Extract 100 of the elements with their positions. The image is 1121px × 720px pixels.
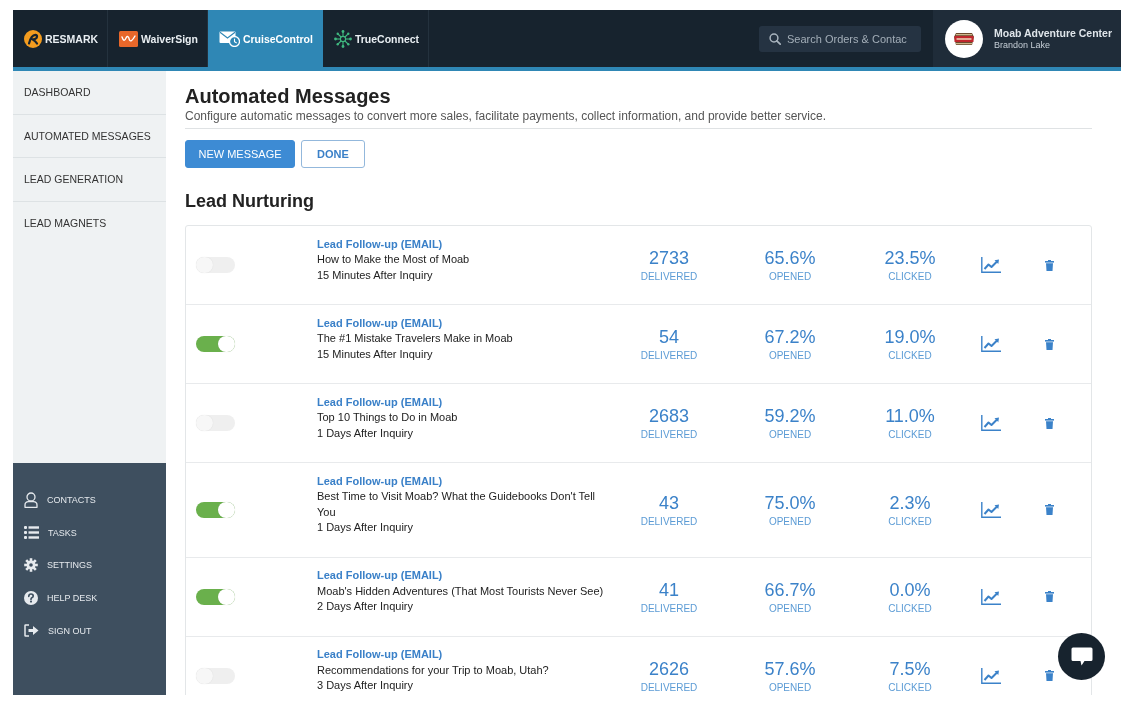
message-subject: Moab's Hidden Adventures (That Most Tourists Never See) <box>317 583 604 599</box>
person-icon <box>24 492 38 509</box>
list-icon <box>24 526 39 540</box>
stat-label: OPENED <box>768 271 812 283</box>
message-type-link[interactable]: Lead Follow-up (EMAIL) <box>317 236 443 252</box>
stat-label: DELIVERED <box>640 602 698 615</box>
stat-value: 65.6% <box>764 247 816 269</box>
stat-label: DELIVERED <box>640 681 698 694</box>
stat-value: 59.2% <box>764 405 816 427</box>
stat-value: 19.0% <box>884 326 936 348</box>
stat-label: CLICKED <box>888 429 932 441</box>
stat-label: CLICKED <box>888 350 932 362</box>
stat-value: 2733 <box>648 247 689 269</box>
stat-label: DELIVERED <box>640 271 698 283</box>
account-panel[interactable]: Moab Adventure Center Brandon Lake <box>933 10 1121 67</box>
stat-value: 75.0% <box>764 491 816 514</box>
toggle-switch[interactable] <box>196 336 235 352</box>
chat-bubble-icon <box>1070 647 1093 666</box>
trash-icon[interactable] <box>1044 591 1054 602</box>
message-timing: 2 Days After Inquiry <box>317 599 413 614</box>
message-subject: Top 10 Things to Do in Moab <box>317 410 458 425</box>
stat-value: 67.2% <box>764 326 816 348</box>
app-tab[interactable]: CruiseControl <box>207 10 323 67</box>
network-nodes-icon <box>333 29 352 48</box>
stat-value: 0.0% <box>889 578 931 601</box>
message-subject: Recommendations for your Trip to Moab, Utah? <box>317 662 549 678</box>
stat-label: DELIVERED <box>640 429 698 441</box>
message-timing: 1 Days After Inquiry <box>317 425 413 441</box>
stat-value: 2683 <box>648 405 689 427</box>
message-type-link[interactable]: Lead Follow-up (EMAIL) <box>317 647 443 663</box>
logo-icon <box>119 30 139 47</box>
stat-value: 2.3% <box>889 491 931 514</box>
message-type-link[interactable]: Lead Follow-up (EMAIL) <box>317 394 443 410</box>
trash-icon[interactable] <box>1044 670 1054 681</box>
menu-item[interactable]: CONTACTS <box>13 484 166 517</box>
stat-label: OPENED <box>768 350 812 362</box>
nav-item[interactable]: LEAD GENERATION <box>13 158 166 202</box>
message-timing: 15 Minutes After Inquiry <box>317 346 433 362</box>
stat-value: 43 <box>659 491 679 514</box>
stat-value: 2626 <box>648 657 689 680</box>
stat-label: CLICKED <box>888 602 932 615</box>
message-type-link[interactable]: Lead Follow-up (EMAIL) <box>317 315 443 331</box>
menu-item[interactable]: SETTINGS <box>13 549 166 582</box>
app-tab[interactable]: WaiverSign <box>108 10 208 67</box>
trash-icon[interactable] <box>1044 504 1054 516</box>
menu-item[interactable]: HELP DESK <box>13 581 166 615</box>
search-icon <box>769 32 781 45</box>
message-type-link[interactable]: Lead Follow-up (EMAIL) <box>317 473 443 489</box>
trash-icon[interactable] <box>1044 417 1054 429</box>
stat-label: CLICKED <box>888 271 932 283</box>
message-timing: 15 Minutes After Inquiry <box>317 267 433 283</box>
stat-label: OPENED <box>768 681 812 694</box>
line-chart-icon[interactable] <box>981 336 1001 352</box>
toggle-switch[interactable] <box>196 501 235 518</box>
trash-icon[interactable] <box>1044 259 1054 271</box>
menu-item[interactable]: TASKS <box>13 516 166 550</box>
stat-value: 41 <box>659 578 679 601</box>
stat-label: DELIVERED <box>640 350 698 362</box>
done-button[interactable]: DONE <box>301 140 365 168</box>
stat-label: OPENED <box>768 515 812 528</box>
app-tab[interactable]: TrueConnect <box>322 10 430 67</box>
new-message-button[interactable]: NEW MESSAGE <box>185 140 295 168</box>
account-name: Moab Adventure Center <box>994 26 1113 40</box>
settings-icon <box>24 558 38 573</box>
menu-item[interactable]: SIGN OUT <box>13 614 166 647</box>
toggle-switch[interactable] <box>196 588 235 605</box>
nav-item[interactable]: DASHBOARD <box>13 71 166 115</box>
sign-out-icon <box>24 624 39 638</box>
stat-label: OPENED <box>768 602 812 615</box>
search-field[interactable]: Search Orders & Contac <box>759 25 921 52</box>
stat-label: CLICKED <box>888 515 932 528</box>
line-chart-icon[interactable] <box>981 415 1001 431</box>
stat-label: DELIVERED <box>640 515 698 528</box>
stat-value: 23.5% <box>884 247 936 269</box>
page-description: Configure automatic messages to convert more sales, facilitate payments, collect information, and provide better service. <box>185 109 827 124</box>
stat-value: 11.0% <box>885 405 935 427</box>
section-title: Lead Nurturing <box>185 190 315 212</box>
stat-value: 7.5% <box>889 657 931 680</box>
line-chart-icon[interactable] <box>981 588 1001 605</box>
message-type-link[interactable]: Lead Follow-up (EMAIL) <box>317 568 443 584</box>
page-title: Automated Messages <box>185 84 392 109</box>
stat-value: 66.7% <box>764 578 816 601</box>
nav-item[interactable]: AUTOMATED MESSAGES <box>13 114 166 158</box>
message-timing: 3 Days After Inquiry <box>317 678 413 693</box>
message-subject: Best Time to Visit Moab? What the Guidebooks Don't Tell You <box>317 489 597 520</box>
stat-value: 57.6% <box>764 657 816 680</box>
message-subject: The #1 Mistake Travelers Make in Moab <box>317 331 513 346</box>
stat-value: 54 <box>659 326 679 348</box>
line-chart-icon[interactable] <box>981 667 1001 684</box>
line-chart-icon[interactable] <box>981 257 1001 273</box>
trash-icon[interactable] <box>1044 338 1054 350</box>
stat-label: OPENED <box>768 429 812 441</box>
logo-icon <box>24 29 42 48</box>
line-chart-icon[interactable] <box>981 501 1001 518</box>
user-name: Brandon Lake <box>994 39 1052 51</box>
nav-item[interactable]: LEAD MAGNETS <box>13 201 166 245</box>
app-tab[interactable]: RESMARK <box>13 10 109 67</box>
message-subject: How to Make the Most of Moab <box>317 252 470 267</box>
stat-label: CLICKED <box>888 681 932 694</box>
message-timing: 1 Days After Inquiry <box>317 520 413 535</box>
